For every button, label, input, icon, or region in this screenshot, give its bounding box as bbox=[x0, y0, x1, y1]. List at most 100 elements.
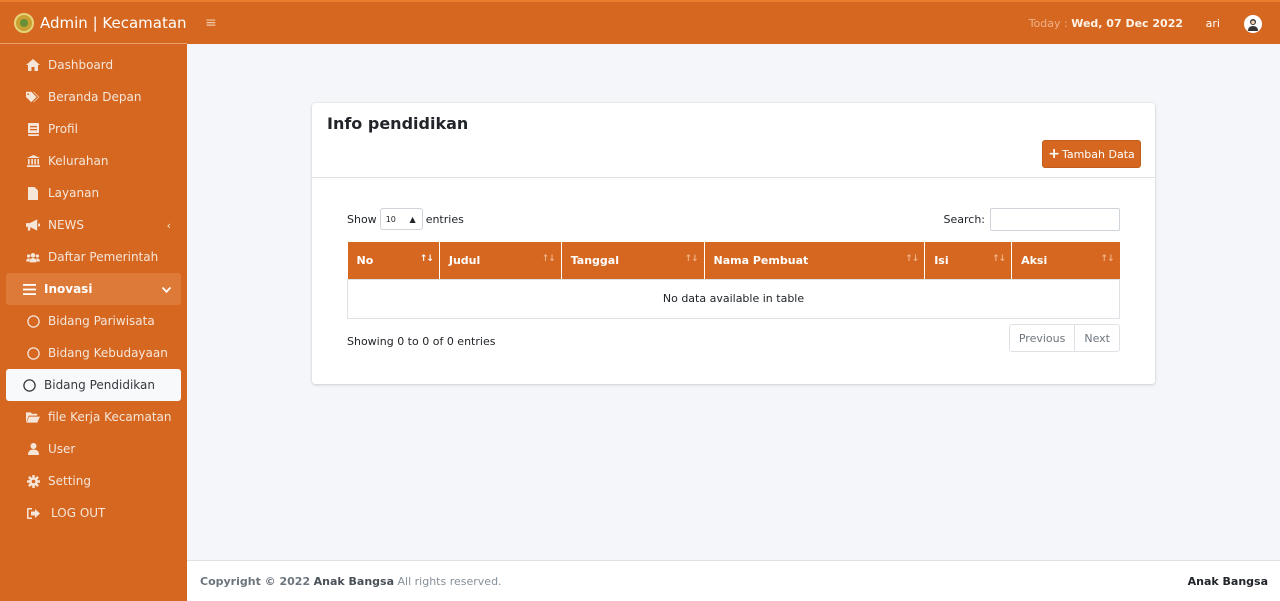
sort-asc-icon: ↑↓ bbox=[419, 254, 434, 264]
add-data-button-label: Tambah Data bbox=[1061, 147, 1135, 161]
sidebar-item-label: Bidang Kebudayaan bbox=[48, 346, 168, 360]
column-header-isi[interactable]: Isi ↑↓ bbox=[924, 242, 1013, 279]
book-icon bbox=[26, 122, 40, 136]
sidebar-nav: Dashboard Beranda Depan Profil Kelurahan… bbox=[0, 44, 187, 529]
brand[interactable]: Admin | Kecamatan bbox=[0, 0, 187, 44]
footer-company-link[interactable]: Anak Bangsa bbox=[314, 575, 394, 588]
info-pendidikan-card: Info pendidikan + Tambah Data Show 10 ▲︎… bbox=[312, 103, 1155, 384]
chevron-left-icon: ‹ bbox=[166, 218, 171, 232]
sidebar-item-logout[interactable]: LOG OUT bbox=[6, 497, 181, 529]
table-search: Search: bbox=[943, 208, 1120, 231]
menu-toggle-icon[interactable]: ≡ bbox=[205, 15, 217, 31]
column-header-nama-pembuat[interactable]: Nama Pembuat ↑↓ bbox=[704, 242, 926, 279]
sidebar-item-label: Profil bbox=[48, 122, 78, 136]
sidebar-item-beranda-depan[interactable]: Beranda Depan bbox=[6, 81, 181, 113]
sidebar-item-label: Beranda Depan bbox=[48, 90, 142, 104]
sidebar-item-label: Inovasi bbox=[44, 282, 93, 296]
search-label: Search: bbox=[943, 213, 986, 226]
empty-table-message: No data available in table bbox=[347, 278, 1120, 319]
footer-right-text: Anak Bangsa bbox=[1187, 574, 1268, 588]
sort-icon: ↑↓ bbox=[992, 254, 1006, 264]
folder-icon bbox=[26, 410, 40, 424]
column-label: Tanggal bbox=[570, 253, 619, 267]
circle-icon bbox=[26, 346, 40, 360]
chevron-down-icon bbox=[161, 283, 172, 296]
sidebar-item-kelurahan[interactable]: Kelurahan bbox=[6, 145, 181, 177]
file-icon bbox=[26, 186, 40, 200]
sidebar-item-daftar-pemerintah[interactable]: Daftar Pemerintah bbox=[6, 241, 181, 273]
pagination: Previous Next bbox=[1008, 324, 1120, 352]
sort-icon: ↑↓ bbox=[1100, 254, 1114, 264]
sidebar-item-label: Bidang Pariwisata bbox=[48, 314, 155, 328]
avatar[interactable] bbox=[1244, 15, 1262, 33]
user-avatar-icon bbox=[1248, 18, 1258, 31]
table-row: No data available in table bbox=[347, 278, 1120, 319]
table-header-row: No ↑↓ Judul ↑↓ Tanggal ↑↓ Nama Pembuat ↑↓ Is… bbox=[347, 242, 1120, 279]
sidebar-item-bidang-pariwisata[interactable]: Bidang Pariwisata bbox=[6, 305, 181, 337]
sidebar-item-label: Kelurahan bbox=[48, 154, 109, 168]
list-icon bbox=[22, 282, 36, 296]
today-date: Today : Wed, 07 Dec 2022 bbox=[1029, 17, 1183, 30]
sort-icon: ↑↓ bbox=[541, 254, 556, 264]
sort-icon: ↑↓ bbox=[905, 254, 919, 264]
sort-icon: ↑↓ bbox=[684, 254, 698, 264]
plus-icon: + bbox=[1048, 146, 1060, 162]
sidebar-item-label: NEWS bbox=[48, 218, 85, 232]
sidebar-item-label: LOG OUT bbox=[51, 506, 106, 520]
data-table: No ↑↓ Judul ↑↓ Tanggal ↑↓ Nama Pembuat ↑↓ Is… bbox=[347, 242, 1120, 319]
sidebar-item-label: Layanan bbox=[48, 186, 100, 200]
sidebar-item-label: Bidang Pendidikan bbox=[44, 378, 155, 392]
column-label: Judul bbox=[448, 253, 481, 267]
entries-select-value: 10 bbox=[385, 214, 396, 224]
select-arrows-icon: ▲︎ bbox=[409, 214, 416, 224]
sidebar-item-bidang-kebudayaan[interactable]: Bidang Kebudayaan bbox=[6, 337, 181, 369]
sidebar-item-news[interactable]: NEWS ‹ bbox=[6, 209, 181, 241]
sidebar-item-label: Dashboard bbox=[48, 58, 114, 72]
search-input[interactable] bbox=[990, 208, 1120, 231]
column-header-no[interactable]: No ↑↓ bbox=[347, 242, 440, 279]
footer: Copyright © 2022 Anak Bangsa All rights … bbox=[187, 560, 1280, 601]
sidebar-item-dashboard[interactable]: Dashboard bbox=[6, 49, 181, 81]
users-icon bbox=[26, 250, 40, 264]
circle-icon bbox=[22, 378, 36, 392]
table-info: Showing 0 to 0 of 0 entries bbox=[347, 335, 496, 348]
column-label: Isi bbox=[934, 253, 949, 267]
previous-button[interactable]: Previous bbox=[1008, 324, 1076, 352]
sidebar-item-label: file Kerja Kecamatan bbox=[48, 410, 172, 424]
column-label: No bbox=[356, 253, 374, 267]
sidebar-item-layanan[interactable]: Layanan bbox=[6, 177, 181, 209]
tags-icon bbox=[26, 90, 40, 104]
column-label: Aksi bbox=[1021, 253, 1048, 267]
sign-out-icon bbox=[26, 506, 40, 520]
sidebar-item-bidang-pendidikan[interactable]: Bidang Pendidikan bbox=[6, 369, 181, 401]
sidebar-item-label: User bbox=[48, 442, 76, 456]
brand-logo-icon bbox=[14, 12, 34, 33]
sidebar-item-user[interactable]: User bbox=[6, 433, 181, 465]
sidebar-item-file-kerja[interactable]: file Kerja Kecamatan bbox=[6, 401, 181, 433]
sidebar: Admin | Kecamatan Dashboard Beranda Depa… bbox=[0, 0, 187, 601]
footer-copyright: Copyright © 2022 bbox=[200, 574, 311, 588]
entries-length-control: Show 10 ▲︎ entries bbox=[347, 208, 464, 230]
column-header-tanggal[interactable]: Tanggal ↑↓ bbox=[561, 242, 705, 279]
page-title: Info pendidikan bbox=[327, 114, 469, 133]
circle-icon bbox=[26, 314, 40, 328]
column-label: Nama Pembuat bbox=[713, 253, 809, 267]
today-label: Today : bbox=[1028, 17, 1068, 30]
show-label: Show bbox=[347, 212, 377, 226]
sidebar-item-inovasi[interactable]: Inovasi bbox=[6, 273, 181, 305]
user-icon bbox=[26, 442, 40, 456]
bank-icon bbox=[26, 154, 40, 168]
sidebar-item-label: Setting bbox=[48, 474, 91, 488]
sidebar-item-profil[interactable]: Profil bbox=[6, 113, 181, 145]
cog-icon bbox=[26, 474, 40, 488]
column-header-judul[interactable]: Judul ↑↓ bbox=[439, 242, 562, 279]
next-button[interactable]: Next bbox=[1075, 324, 1120, 352]
entries-select[interactable]: 10 ▲︎ bbox=[379, 208, 423, 230]
card-header: Info pendidikan + Tambah Data bbox=[312, 103, 1155, 178]
sidebar-item-setting[interactable]: Setting bbox=[6, 465, 181, 497]
entries-label: entries bbox=[425, 212, 464, 226]
column-header-aksi[interactable]: Aksi ↑↓ bbox=[1011, 242, 1120, 279]
user-name[interactable]: ari bbox=[1206, 17, 1220, 30]
bullhorn-icon bbox=[26, 218, 40, 232]
add-data-button[interactable]: + Tambah Data bbox=[1042, 140, 1141, 168]
